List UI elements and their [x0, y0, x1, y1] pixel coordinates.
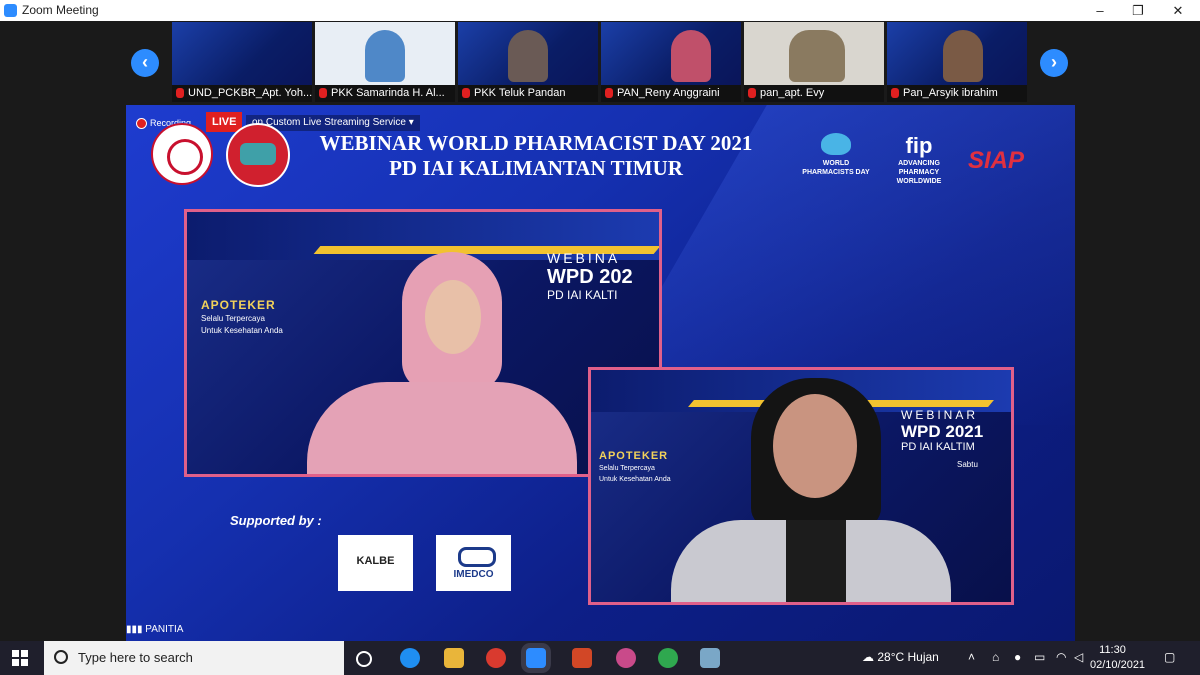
- taskbar-search[interactable]: Type here to search: [44, 641, 344, 675]
- zoom-taskbar-icon[interactable]: [526, 648, 546, 668]
- search-icon: [54, 650, 68, 664]
- kalbe-logo: KALBE: [338, 535, 413, 591]
- search-placeholder: Type here to search: [78, 650, 193, 665]
- record-icon: [136, 118, 147, 130]
- chrome-alt-icon[interactable]: [658, 648, 678, 668]
- world-pharmacists-day-logo: WORLD PHARMACISTS DAY: [801, 133, 871, 177]
- participant-video: [508, 30, 548, 82]
- participant-tile[interactable]: Pan_Arsyik ibrahim: [887, 22, 1027, 102]
- edge-icon[interactable]: [400, 648, 420, 668]
- participant-tile[interactable]: PAN_Reny Anggraini: [601, 22, 741, 102]
- participant-name: PAN_Reny Anggraini: [617, 87, 720, 99]
- siap-logo: SIAP: [967, 147, 1024, 174]
- file-explorer-icon[interactable]: [444, 648, 464, 668]
- tagline-1: Selalu Terpercaya: [599, 465, 655, 472]
- meeting-stage: ‹ UND_PCKBR_Apt. Yoh... PKK Samarinda H.…: [0, 21, 1200, 642]
- gallery-next-button[interactable]: ›: [1040, 49, 1068, 77]
- speaker-person: [307, 252, 577, 474]
- tagline-2: Untuk Kesehatan Anda: [599, 476, 671, 483]
- battery-icon[interactable]: ▭: [1034, 650, 1045, 664]
- tagline-1: Selalu Terpercaya: [201, 314, 265, 323]
- weather-text: 28°C Hujan: [877, 650, 939, 664]
- speaker-video-2[interactable]: APOTEKER Selalu Terpercaya Untuk Kesehat…: [588, 367, 1014, 605]
- minimize-button[interactable]: –: [1080, 0, 1120, 21]
- mic-muted-icon: [176, 88, 184, 99]
- day-text: Sabtu: [957, 460, 978, 469]
- chrome-profile-icon[interactable]: [616, 648, 636, 668]
- participant-tile[interactable]: UND_PCKBR_Apt. Yoh...: [172, 22, 312, 102]
- clock-time: 11:30: [1099, 644, 1126, 656]
- participant-name: Pan_Arsyik ibrahim: [903, 87, 998, 99]
- participant-gallery: ‹ UND_PCKBR_Apt. Yoh... PKK Samarinda H.…: [0, 21, 1200, 103]
- zoom-app-icon: [4, 4, 17, 17]
- apoteker-text: APOTEKER: [599, 450, 669, 462]
- window-title: Zoom Meeting: [22, 3, 99, 17]
- powerpoint-icon[interactable]: [572, 648, 592, 668]
- taskbar: Type here to search ☁ 28°C Hujan ˄ ⌂ ● ▭…: [0, 641, 1200, 675]
- participant-name: PKK Samarinda H. Al...: [331, 87, 445, 99]
- wifi-icon[interactable]: ◠: [1056, 650, 1066, 664]
- apoteker-text: APOTEKER: [201, 298, 276, 312]
- maximize-button[interactable]: ❐: [1118, 0, 1158, 21]
- participant-name: pan_apt. Evy: [760, 87, 825, 99]
- imedco-logo: IMEDCO: [436, 535, 511, 591]
- participant-tile[interactable]: pan_apt. Evy: [744, 22, 884, 102]
- participant-video: [943, 30, 983, 82]
- chrome-icon[interactable]: [486, 648, 506, 668]
- app-icon[interactable]: [700, 648, 720, 668]
- webinar-title: WEBINAR WORLD PHARMACIST DAY 2021 PD IAI…: [306, 131, 766, 181]
- participant-video: [789, 30, 845, 82]
- shared-video-view: Recording LIVE on Custom Live Streaming …: [126, 105, 1075, 642]
- gallery-prev-button[interactable]: ‹: [131, 49, 159, 77]
- panel-label: ▮▮▮ PANITIA: [126, 624, 184, 635]
- system-clock[interactable]: 11:30 02/10/2021: [1090, 643, 1146, 673]
- participant-video: [671, 30, 711, 82]
- event-logo: [226, 123, 290, 187]
- clock-date: 02/10/2021: [1090, 659, 1146, 671]
- chevron-down-icon: ▾: [408, 117, 414, 128]
- webinar-title-line2: PD IAI KALIMANTAN TIMUR: [389, 156, 683, 180]
- network-icon[interactable]: ⌂: [992, 650, 999, 664]
- fip-logo: fip ADVANCING PHARMACY WORLDWIDE: [896, 133, 942, 185]
- title-bar: Zoom Meeting – ❐ ✕: [0, 0, 1200, 22]
- supported-by-label: Supported by :: [230, 513, 322, 528]
- weather-widget[interactable]: ☁ 28°C Hujan: [862, 650, 939, 664]
- windows-start-icon[interactable]: [12, 650, 28, 666]
- mic-muted-icon: [319, 88, 327, 99]
- participant-name: UND_PCKBR_Apt. Yoh...: [188, 87, 312, 99]
- iai-logo: [151, 123, 213, 185]
- chevron-up-icon[interactable]: ˄: [968, 650, 975, 664]
- stream-label: on Custom Live Streaming Service: [252, 117, 406, 128]
- live-badge[interactable]: LIVE: [206, 112, 243, 132]
- participant-tile[interactable]: PKK Teluk Pandan: [458, 22, 598, 102]
- mic-muted-icon: [462, 88, 470, 99]
- mic-muted-icon: [748, 88, 756, 99]
- participant-video: [365, 30, 405, 82]
- mic-muted-icon: [605, 88, 613, 99]
- cloud-icon: ☁: [862, 650, 874, 664]
- task-view-icon[interactable]: [356, 651, 372, 667]
- mic-muted-icon: [891, 88, 899, 99]
- webinar-title-line1: WEBINAR WORLD PHARMACIST DAY 2021: [319, 131, 753, 155]
- participant-tile[interactable]: PKK Samarinda H. Al...: [315, 22, 455, 102]
- speaker-person: [671, 370, 951, 602]
- microphone-icon[interactable]: ●: [1014, 650, 1021, 664]
- notification-icon[interactable]: ▢: [1164, 650, 1175, 664]
- participant-name: PKK Teluk Pandan: [474, 87, 566, 99]
- volume-icon[interactable]: ◁: [1074, 650, 1083, 664]
- close-button[interactable]: ✕: [1158, 0, 1198, 21]
- tagline-2: Untuk Kesehatan Anda: [201, 326, 283, 335]
- organizer-logos: WORLD PHARMACISTS DAY fip ADVANCING PHAR…: [801, 133, 1061, 203]
